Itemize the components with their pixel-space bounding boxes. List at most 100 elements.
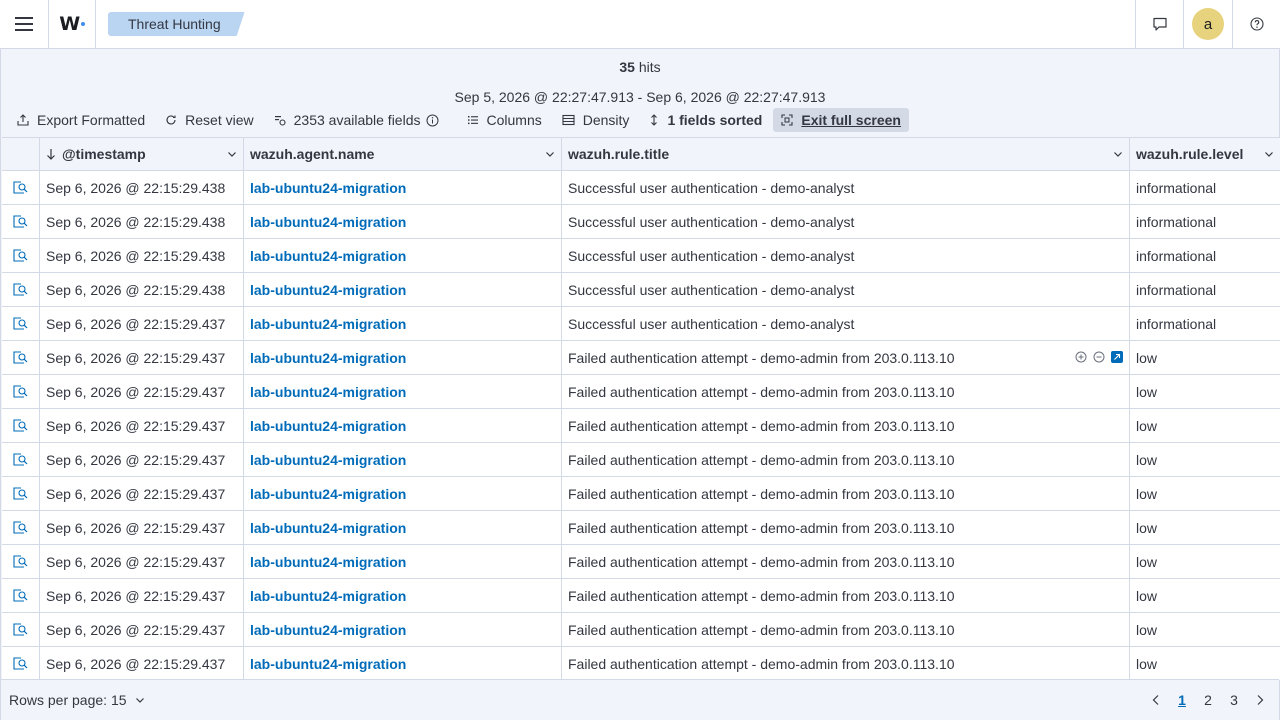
timestamp-cell: Sep 6, 2026 @ 22:15:29.437 — [40, 341, 244, 374]
page-2-button[interactable]: 2 — [1195, 688, 1221, 712]
rule-title-cell: Successful user authentication - demo-an… — [562, 171, 1130, 204]
rule-title-cell: Failed authentication attempt - demo-adm… — [562, 409, 1130, 442]
fullscreen-exit-icon — [781, 114, 793, 126]
agent-name-link[interactable]: lab-ubuntu24-migration — [250, 588, 406, 604]
page-1-button[interactable]: 1 — [1169, 688, 1195, 712]
expand-document-button[interactable] — [2, 443, 40, 476]
timestamp-cell: Sep 6, 2026 @ 22:15:29.437 — [40, 409, 244, 442]
rule-level-cell: informational — [1136, 213, 1217, 230]
agent-name-cell: lab-ubuntu24-migration — [244, 239, 562, 272]
agent-name-link[interactable]: lab-ubuntu24-migration — [250, 384, 406, 400]
agent-name-link[interactable]: lab-ubuntu24-migration — [250, 418, 406, 434]
agent-name-link[interactable]: lab-ubuntu24-migration — [250, 248, 406, 264]
expand-document-button[interactable] — [2, 273, 40, 306]
agent-name-link[interactable]: lab-ubuntu24-migration — [250, 316, 406, 332]
rule-level-cell: informational — [1136, 315, 1217, 332]
timestamp-cell: Sep 6, 2026 @ 22:15:29.438 — [40, 239, 244, 272]
expand-document-button[interactable] — [2, 341, 40, 374]
inspect-document-icon — [12, 350, 27, 364]
fields-icon — [274, 116, 286, 126]
main-menu-button[interactable] — [0, 0, 48, 48]
rule-level-cell: low — [1136, 553, 1158, 570]
expand-document-button[interactable] — [2, 239, 40, 272]
export-icon — [17, 114, 29, 126]
agent-name-link[interactable]: lab-ubuntu24-migration — [250, 350, 406, 366]
breadcrumb-threat-hunting[interactable]: Threat Hunting — [108, 12, 245, 36]
column-header-rule-title[interactable]: wazuh.rule.title — [562, 138, 1130, 170]
user-menu-button[interactable]: a — [1183, 0, 1232, 48]
expand-document-button[interactable] — [2, 545, 40, 578]
expand-document-button[interactable] — [2, 409, 40, 442]
filter-out-value-icon[interactable] — [1093, 351, 1105, 363]
agent-name-cell: lab-ubuntu24-migration — [244, 341, 562, 374]
columns-button[interactable]: Columns — [459, 108, 550, 132]
table-row: Sep 6, 2026 @ 22:15:29.437 lab-ubuntu24-m… — [2, 307, 1280, 341]
chat-button[interactable] — [1135, 0, 1183, 48]
agent-name-link[interactable]: lab-ubuntu24-migration — [250, 622, 406, 638]
rows-per-page-selector[interactable]: Rows per page: 15 — [9, 692, 145, 708]
filter-for-value-icon[interactable] — [1075, 351, 1087, 363]
column-header-agent-name[interactable]: wazuh.agent.name — [244, 138, 562, 170]
rule-title-text: Failed authentication attempt - demo-adm… — [568, 349, 955, 366]
expand-document-button[interactable] — [2, 205, 40, 238]
exit-fullscreen-button[interactable]: Exit full screen — [773, 108, 909, 132]
agent-name-link[interactable]: lab-ubuntu24-migration — [250, 180, 406, 196]
sort-down-icon — [47, 149, 55, 160]
rule-title-text: Successful user authentication - demo-an… — [568, 315, 855, 332]
rule-level-cell: low — [1136, 383, 1158, 400]
inspect-document-icon — [12, 520, 27, 534]
page-3-button[interactable]: 3 — [1221, 688, 1247, 712]
expand-document-button[interactable] — [2, 511, 40, 544]
sort-fields-button[interactable]: 1 fields sorted — [641, 108, 770, 132]
sort-icon — [651, 114, 658, 126]
timestamp-cell: Sep 6, 2026 @ 22:15:29.438 — [40, 171, 244, 204]
chevron-down-icon[interactable] — [1264, 149, 1274, 159]
help-button[interactable] — [1232, 0, 1280, 48]
previous-page-button[interactable] — [1143, 688, 1169, 712]
column-header-rule-level[interactable]: wazuh.rule.level — [1130, 138, 1280, 170]
hits-summary: 35 hits — [1, 59, 1279, 75]
help-icon — [1249, 17, 1264, 31]
expand-cell-icon[interactable] — [1111, 351, 1123, 363]
rule-level-cell: low — [1136, 451, 1158, 468]
rule-title-text: Successful user authentication - demo-an… — [568, 179, 855, 196]
pagination: 1 2 3 — [1143, 688, 1273, 712]
agent-name-link[interactable]: lab-ubuntu24-migration — [250, 282, 406, 298]
expand-document-button[interactable] — [2, 647, 40, 680]
chat-icon — [1152, 17, 1167, 31]
expand-document-button[interactable] — [2, 307, 40, 340]
export-formatted-button[interactable]: Export Formatted — [9, 108, 153, 132]
agent-name-cell: lab-ubuntu24-migration — [244, 511, 562, 544]
agent-name-link[interactable]: lab-ubuntu24-migration — [250, 520, 406, 536]
agent-name-link[interactable]: lab-ubuntu24-migration — [250, 452, 406, 468]
expand-document-button[interactable] — [2, 375, 40, 408]
agent-name-cell: lab-ubuntu24-migration — [244, 477, 562, 510]
inspect-document-icon — [12, 214, 27, 228]
rule-level-cell: informational — [1136, 179, 1217, 196]
column-label: wazuh.agent.name — [250, 146, 375, 162]
agent-name-link[interactable]: lab-ubuntu24-migration — [250, 554, 406, 570]
timestamp-cell: Sep 6, 2026 @ 22:15:29.437 — [40, 647, 244, 680]
expand-document-button[interactable] — [2, 613, 40, 646]
rule-level-cell: informational — [1136, 247, 1217, 264]
sorted-label: 1 fields sorted — [667, 112, 763, 128]
agent-name-link[interactable]: lab-ubuntu24-migration — [250, 656, 406, 672]
agent-name-link[interactable]: lab-ubuntu24-migration — [250, 486, 406, 502]
next-page-button[interactable] — [1247, 688, 1273, 712]
agent-name-link[interactable]: lab-ubuntu24-migration — [250, 214, 406, 230]
chevron-down-icon[interactable] — [1113, 149, 1123, 159]
expand-document-button[interactable] — [2, 579, 40, 612]
expand-document-button[interactable] — [2, 171, 40, 204]
column-header-timestamp[interactable]: @timestamp — [40, 138, 244, 170]
rule-title-cell: Failed authentication attempt - demo-adm… — [562, 579, 1130, 612]
available-fields-button[interactable]: 2353 available fields — [266, 108, 455, 132]
reset-view-button[interactable]: Reset view — [157, 108, 261, 132]
chevron-down-icon[interactable] — [227, 149, 237, 159]
chevron-down-icon[interactable] — [545, 149, 555, 159]
density-button[interactable]: Density — [554, 108, 638, 132]
home-logo[interactable]: W — [48, 0, 96, 48]
inspect-document-icon — [12, 486, 27, 500]
expand-document-button[interactable] — [2, 477, 40, 510]
rule-title-text: Failed authentication attempt - demo-adm… — [568, 451, 955, 468]
inspect-document-icon — [12, 588, 27, 602]
